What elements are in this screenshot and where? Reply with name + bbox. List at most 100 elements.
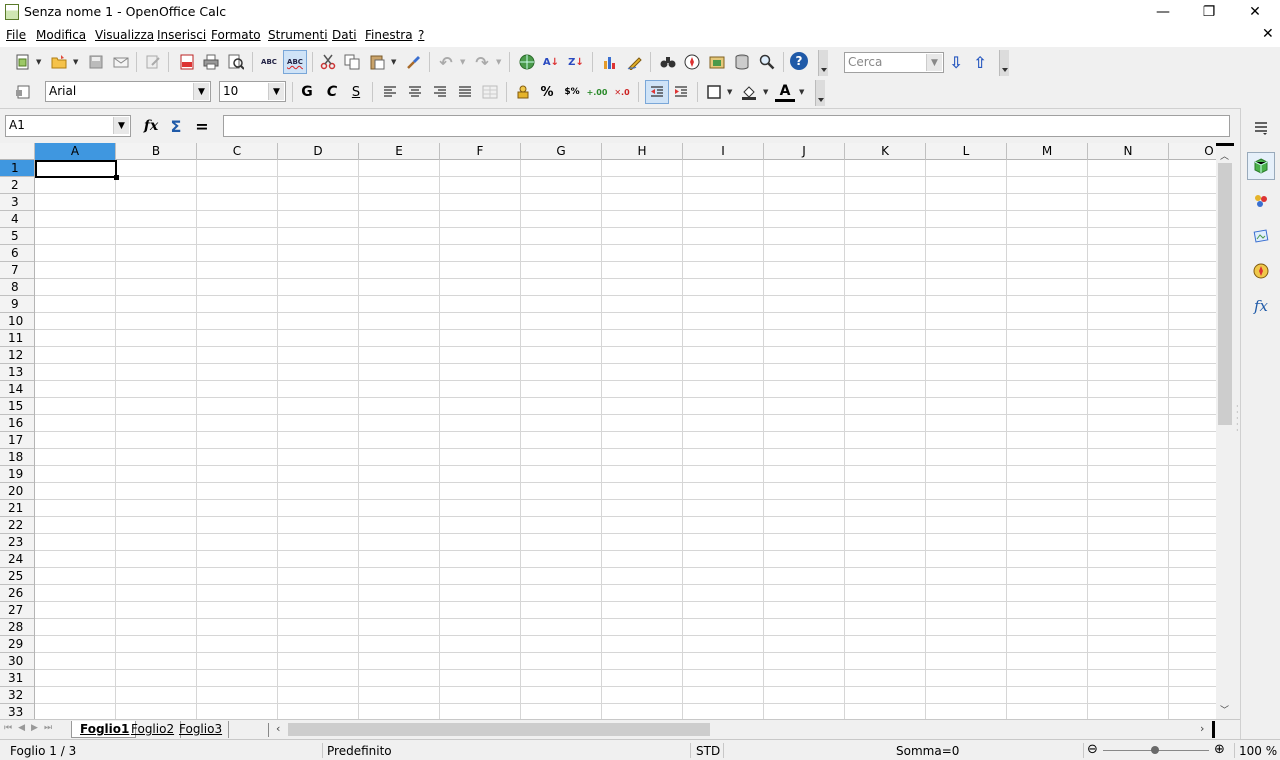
row-header-11[interactable]: 11	[0, 330, 34, 347]
sidebar-properties-icon[interactable]	[1247, 152, 1275, 180]
paste-dropdown-arrow[interactable]: ▼	[391, 58, 396, 66]
row-header-23[interactable]: 23	[0, 534, 34, 551]
help-icon[interactable]: ?	[790, 52, 808, 70]
undo-dropdown-arrow[interactable]: ▼	[460, 58, 465, 66]
align-center-icon[interactable]	[405, 82, 425, 102]
menu-help[interactable]: ?	[418, 28, 424, 42]
column-header-m[interactable]: M	[1007, 143, 1088, 160]
row-header-28[interactable]: 28	[0, 619, 34, 636]
data-sources-icon[interactable]	[732, 52, 752, 72]
row-header-18[interactable]: 18	[0, 449, 34, 466]
column-header-b[interactable]: B	[116, 143, 197, 160]
row-header-12[interactable]: 12	[0, 347, 34, 364]
close-window-button[interactable]: ✕	[1232, 0, 1278, 24]
name-box[interactable]: A1 ▼	[5, 115, 131, 137]
standard-format-button[interactable]: $%	[562, 82, 582, 102]
row-header-33[interactable]: 33	[0, 704, 34, 719]
background-color-dropdown-arrow[interactable]: ▼	[763, 88, 768, 96]
delete-decimal-icon[interactable]: ✕.0	[612, 82, 632, 102]
scroll-left-arrow[interactable]: ‹	[276, 722, 280, 735]
search-input[interactable]: Cerca ▼	[844, 52, 944, 73]
column-header-h[interactable]: H	[602, 143, 683, 160]
copy-icon[interactable]	[342, 52, 362, 72]
column-header-a[interactable]: A	[35, 143, 116, 160]
row-header-17[interactable]: 17	[0, 432, 34, 449]
column-header-e[interactable]: E	[359, 143, 440, 160]
open-dropdown-arrow[interactable]: ▼	[73, 58, 78, 66]
cut-icon[interactable]	[318, 52, 338, 72]
merge-cells-icon[interactable]	[480, 82, 500, 102]
new-document-icon[interactable]	[13, 52, 33, 72]
menu-visualizza[interactable]: Visualizza	[95, 28, 154, 42]
menu-file[interactable]: File	[6, 28, 26, 42]
font-name-dropdown-arrow[interactable]: ▼	[193, 83, 209, 100]
export-pdf-icon[interactable]	[177, 52, 197, 72]
font-color-icon[interactable]: A	[775, 82, 795, 102]
background-color-icon[interactable]	[739, 82, 759, 102]
row-header-14[interactable]: 14	[0, 381, 34, 398]
open-folder-icon[interactable]	[49, 52, 69, 72]
column-header-i[interactable]: I	[683, 143, 764, 160]
row-header-19[interactable]: 19	[0, 466, 34, 483]
toolbar-options-grip[interactable]	[818, 50, 828, 76]
spellcheck-icon[interactable]: ABC	[259, 52, 279, 72]
row-header-15[interactable]: 15	[0, 398, 34, 415]
row-header-26[interactable]: 26	[0, 585, 34, 602]
function-wizard-button[interactable]: fx	[141, 116, 161, 136]
hyperlink-icon[interactable]	[517, 52, 537, 72]
zoom-in-icon[interactable]: ⊕	[1214, 742, 1225, 757]
align-left-icon[interactable]	[380, 82, 400, 102]
column-header-l[interactable]: L	[926, 143, 1007, 160]
column-header-f[interactable]: F	[440, 143, 521, 160]
print-preview-icon[interactable]	[226, 52, 246, 72]
styles-formatting-icon[interactable]	[13, 82, 33, 102]
menu-finestra[interactable]: Finestra	[365, 28, 413, 42]
row-header-20[interactable]: 20	[0, 483, 34, 500]
font-name-field[interactable]: Arial ▼	[45, 81, 211, 102]
sum-button[interactable]: Σ	[166, 116, 186, 136]
row-header-9[interactable]: 9	[0, 296, 34, 313]
column-header-n[interactable]: N	[1088, 143, 1169, 160]
paste-icon[interactable]	[367, 52, 387, 72]
column-header-d[interactable]: D	[278, 143, 359, 160]
menu-strumenti[interactable]: Strumenti	[268, 28, 328, 42]
close-document-button[interactable]: ✕	[1262, 26, 1274, 42]
name-box-dropdown-arrow[interactable]: ▼	[113, 117, 129, 134]
bold-button[interactable]: G	[297, 82, 317, 102]
tab-navigation-arrows[interactable]: ⏮◀▶⏭	[4, 723, 58, 733]
font-color-dropdown-arrow[interactable]: ▼	[799, 88, 804, 96]
status-sum[interactable]: Somma=0	[896, 744, 959, 758]
row-header-30[interactable]: 30	[0, 653, 34, 670]
column-header-k[interactable]: K	[845, 143, 926, 160]
formatting-toolbar-grip[interactable]	[815, 80, 825, 106]
sidebar-navigator-icon[interactable]	[1247, 257, 1275, 285]
increase-indent-icon[interactable]	[671, 82, 691, 102]
redo-dropdown-arrow[interactable]: ▼	[496, 58, 501, 66]
row-header-27[interactable]: 27	[0, 602, 34, 619]
select-all-corner[interactable]	[0, 143, 35, 160]
decrease-indent-icon[interactable]	[645, 80, 669, 104]
row-header-16[interactable]: 16	[0, 415, 34, 432]
search-toolbar-grip[interactable]	[999, 50, 1009, 76]
vertical-scrollbar[interactable]: ︿ ﹀	[1216, 143, 1234, 719]
row-header-21[interactable]: 21	[0, 500, 34, 517]
sort-ascending-icon[interactable]: A ↓	[541, 52, 561, 72]
sidebar-functions-icon[interactable]: fx	[1247, 292, 1275, 320]
borders-dropdown-arrow[interactable]: ▼	[727, 88, 732, 96]
tab-scroll-divider[interactable]	[268, 723, 269, 737]
borders-icon[interactable]	[704, 82, 724, 102]
search-dropdown-arrow[interactable]: ▼	[926, 54, 942, 71]
column-header-c[interactable]: C	[197, 143, 278, 160]
find-previous-icon[interactable]: ⇧	[970, 52, 990, 72]
formula-input[interactable]	[223, 115, 1230, 137]
row-header-31[interactable]: 31	[0, 670, 34, 687]
menu-formato[interactable]: Formato	[211, 28, 261, 42]
menu-modifica[interactable]: Modifica	[36, 28, 86, 42]
print-icon[interactable]	[201, 52, 221, 72]
menu-inserisci[interactable]: Inserisci	[157, 28, 206, 42]
clone-formatting-icon[interactable]	[404, 52, 424, 72]
row-header-10[interactable]: 10	[0, 313, 34, 330]
currency-format-icon[interactable]	[513, 82, 533, 102]
vertical-split-handle[interactable]	[1216, 143, 1234, 146]
function-button[interactable]: =	[192, 116, 212, 136]
